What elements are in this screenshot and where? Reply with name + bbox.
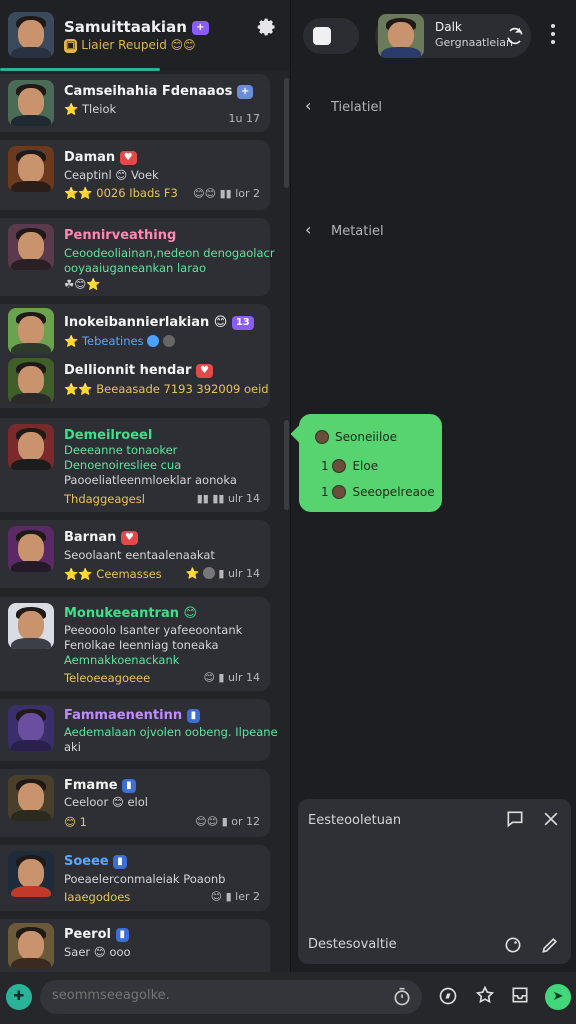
pro-badge: + — [192, 20, 209, 35]
message-bubble[interactable]: Seoneiiloe 1 Eloe 1 Seeopelreaoe — [291, 414, 442, 512]
thread-item[interactable]: ‹ Metatiel — [305, 220, 384, 239]
avatar — [8, 526, 54, 572]
avatar — [8, 80, 54, 126]
window-icon — [313, 27, 331, 45]
add-button[interactable]: ✚ — [6, 984, 32, 1010]
sync-icon[interactable] — [505, 26, 525, 46]
chat-item[interactable]: Daman ♥ Ceaptinl 😊 Voek ⭐⭐ 0026 Ibads F3… — [0, 140, 270, 210]
avatar — [8, 775, 54, 821]
thread-item[interactable]: ‹ Tielatiel — [305, 96, 382, 115]
chat-item[interactable]: Demeilroeel Deeeanne tonaoker Denoenoire… — [0, 418, 270, 512]
toggle-button[interactable] — [303, 18, 359, 54]
contact-name: Dalk — [435, 20, 462, 34]
avatar — [8, 705, 54, 751]
chat-item[interactable]: Inokeibannierlakian 😊 13 ⭐ Tebeatines De… — [0, 304, 270, 408]
chat-item[interactable]: Peerol ▮ Saer 😊 ooo — [0, 919, 270, 972]
avatar — [8, 308, 54, 354]
scrollbar-thumb[interactable] — [284, 420, 289, 510]
message-input[interactable] — [52, 988, 372, 1003]
chat-list-panel: Samuittaakian + ▣ Liaier Reupeid 😊😊 Cams… — [0, 0, 291, 972]
avatar — [8, 851, 54, 897]
chat-item[interactable]: Monukeeantran 😊 Peeooolo Isanter yafeeoo… — [0, 597, 270, 691]
send-button[interactable]: ➤ — [545, 984, 571, 1010]
message-input-container — [40, 980, 422, 1014]
conversation-header: Dalk Gergnaatleian — [291, 0, 576, 72]
star-icon[interactable] — [475, 985, 495, 1005]
compose-panel: Eesteooletuan Destesovaltie — [298, 799, 571, 964]
chat-bubble-icon[interactable] — [505, 809, 525, 829]
chat-item[interactable]: Pennirveathing Ceoodeoliainan,nedeon den… — [0, 218, 275, 296]
contact-avatar — [378, 14, 424, 58]
avatar — [8, 224, 54, 270]
more-options-icon[interactable] — [549, 24, 557, 48]
my-status: ▣ Liaier Reupeid 😊😊 — [64, 38, 196, 53]
profile-header: Samuittaakian + ▣ Liaier Reupeid 😊😊 — [0, 0, 291, 71]
emoji-icon[interactable] — [503, 935, 523, 955]
gear-icon[interactable] — [257, 17, 277, 37]
active-tab-indicator — [0, 68, 160, 71]
chat-item[interactable]: Soeee ▮ Poeaelerconmaleiak Poaonb Iaaego… — [0, 845, 270, 911]
contact-chip[interactable]: Dalk Gergnaatleian — [375, 14, 531, 58]
chat-item[interactable]: Fammaenentinn ▮ Aedemalaan ojvolen ooben… — [0, 699, 278, 761]
avatar — [8, 424, 54, 470]
avatar — [8, 923, 54, 969]
compose-footer: Destesovaltie — [308, 937, 397, 952]
my-avatar[interactable] — [8, 12, 54, 58]
chat-item[interactable]: Barnan ♥ Seoolaant eentaalenaakat ⭐⭐ Cee… — [0, 520, 270, 588]
compass-icon[interactable] — [438, 986, 458, 1006]
my-name: Samuittaakian + — [64, 18, 209, 36]
contact-subtitle: Gergnaatleian — [435, 36, 513, 49]
chat-item[interactable]: Camseihahia Fdenaaos + ⭐ Tleiok 1u 17 — [0, 74, 270, 132]
compose-title: Eesteooletuan — [308, 813, 402, 828]
conversation-panel: Dalk Gergnaatleian ‹ Tielatiel ‹ Metatiel … — [291, 0, 576, 972]
inbox-icon[interactable] — [510, 985, 530, 1005]
avatar — [8, 146, 54, 192]
chevron-left-icon: ‹ — [305, 96, 312, 115]
scrollbar-thumb[interactable] — [284, 78, 289, 188]
timer-icon[interactable] — [392, 987, 412, 1007]
bottom-bar: ✚ ➤ — [0, 972, 576, 1024]
chat-item[interactable]: Fmame ▮ Ceeloor 😊 elol 😊 1 😊😊 ▮ or 12 — [0, 769, 270, 837]
avatar — [8, 603, 54, 649]
close-icon[interactable] — [541, 809, 561, 829]
avatar — [8, 358, 54, 404]
edit-icon[interactable] — [540, 935, 560, 955]
chevron-left-icon: ‹ — [305, 220, 312, 239]
